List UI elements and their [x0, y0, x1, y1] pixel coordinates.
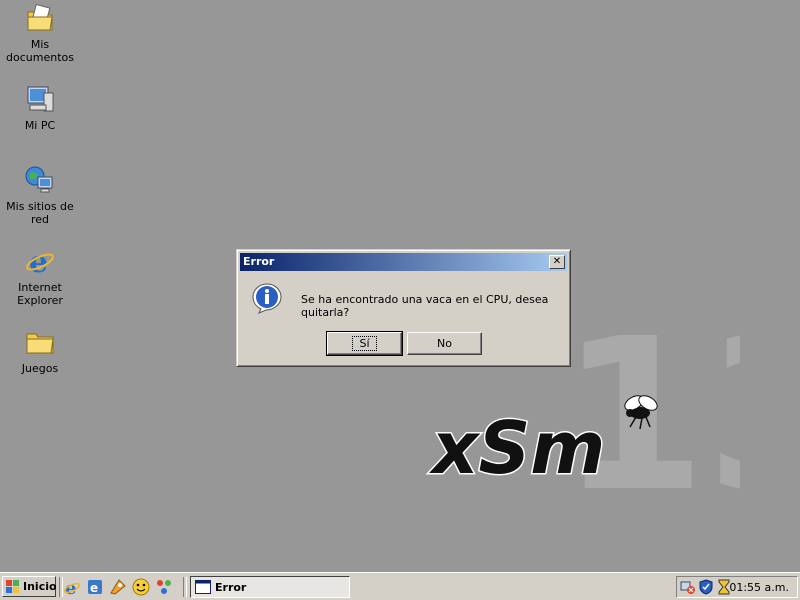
quicklaunch-outlook-icon[interactable]: e: [86, 578, 104, 596]
system-tray: 01:55 a.m.: [676, 576, 798, 598]
close-button[interactable]: ✕: [549, 255, 565, 269]
dialog-message: Se ha encontrado una vaca en el CPU, des…: [301, 293, 549, 319]
yes-button-label: Sí: [352, 336, 377, 351]
desktop-icon-label: Mi PC: [24, 119, 56, 132]
desktop-icon-label: Mis sitios de red: [6, 200, 74, 226]
desktop-icon-label: Juegos: [21, 362, 59, 375]
no-button[interactable]: No: [407, 332, 482, 355]
dialog-titlebar[interactable]: Error ✕: [240, 253, 567, 271]
internet-explorer-icon: e: [26, 245, 54, 277]
taskbar: Inicio e e Error 01:55 a.m.: [0, 572, 800, 600]
desktop-icon-internet-explorer[interactable]: e Internet Explorer: [0, 245, 80, 307]
error-dialog: Error ✕ Se ha encontrado una vaca en el …: [236, 249, 571, 367]
taskbar-button-error[interactable]: Error: [190, 576, 350, 598]
network-status-icon[interactable]: [680, 579, 696, 595]
clock[interactable]: 01:55 a.m.: [729, 581, 789, 594]
svg-text:e: e: [90, 581, 98, 595]
start-button[interactable]: Inicio: [2, 576, 57, 597]
no-button-label: No: [437, 337, 452, 350]
taskbar-separator: [183, 577, 187, 597]
wallpaper-logo-text: xSm: [429, 406, 605, 490]
my-documents-icon: [27, 3, 53, 31]
desktop-icon-label: Mis documentos: [6, 38, 74, 64]
shield-icon[interactable]: [698, 579, 714, 595]
quicklaunch-network-icon[interactable]: [155, 578, 173, 596]
quicklaunch-media-icon[interactable]: [109, 578, 127, 596]
start-label: Inicio: [23, 580, 57, 593]
windows-logo-icon: [6, 580, 19, 593]
network-places-icon: [25, 166, 53, 193]
info-icon: [252, 283, 282, 314]
yes-button[interactable]: Sí: [326, 331, 403, 356]
folder-icon: [26, 333, 54, 354]
taskbar-button-label: Error: [215, 581, 247, 594]
window-icon: [195, 580, 211, 594]
desktop-icon-label: Internet Explorer: [17, 281, 63, 307]
desktop-icon-games[interactable]: Juegos: [0, 326, 80, 375]
desktop-icon-my-documents[interactable]: Mis documentos: [0, 2, 80, 64]
desktop-icon-network-places[interactable]: Mis sitios de red: [0, 164, 80, 226]
desktop: Mis documentos Mi PC Mis sitios de red e…: [0, 0, 800, 572]
desktop-icon-my-computer[interactable]: Mi PC: [0, 83, 80, 132]
close-icon: ✕: [552, 256, 562, 267]
quicklaunch-messenger-icon[interactable]: [132, 578, 150, 596]
my-computer-icon: [27, 86, 54, 112]
dialog-title: Error: [243, 255, 275, 268]
quicklaunch-internet-explorer-icon[interactable]: e: [63, 578, 81, 596]
